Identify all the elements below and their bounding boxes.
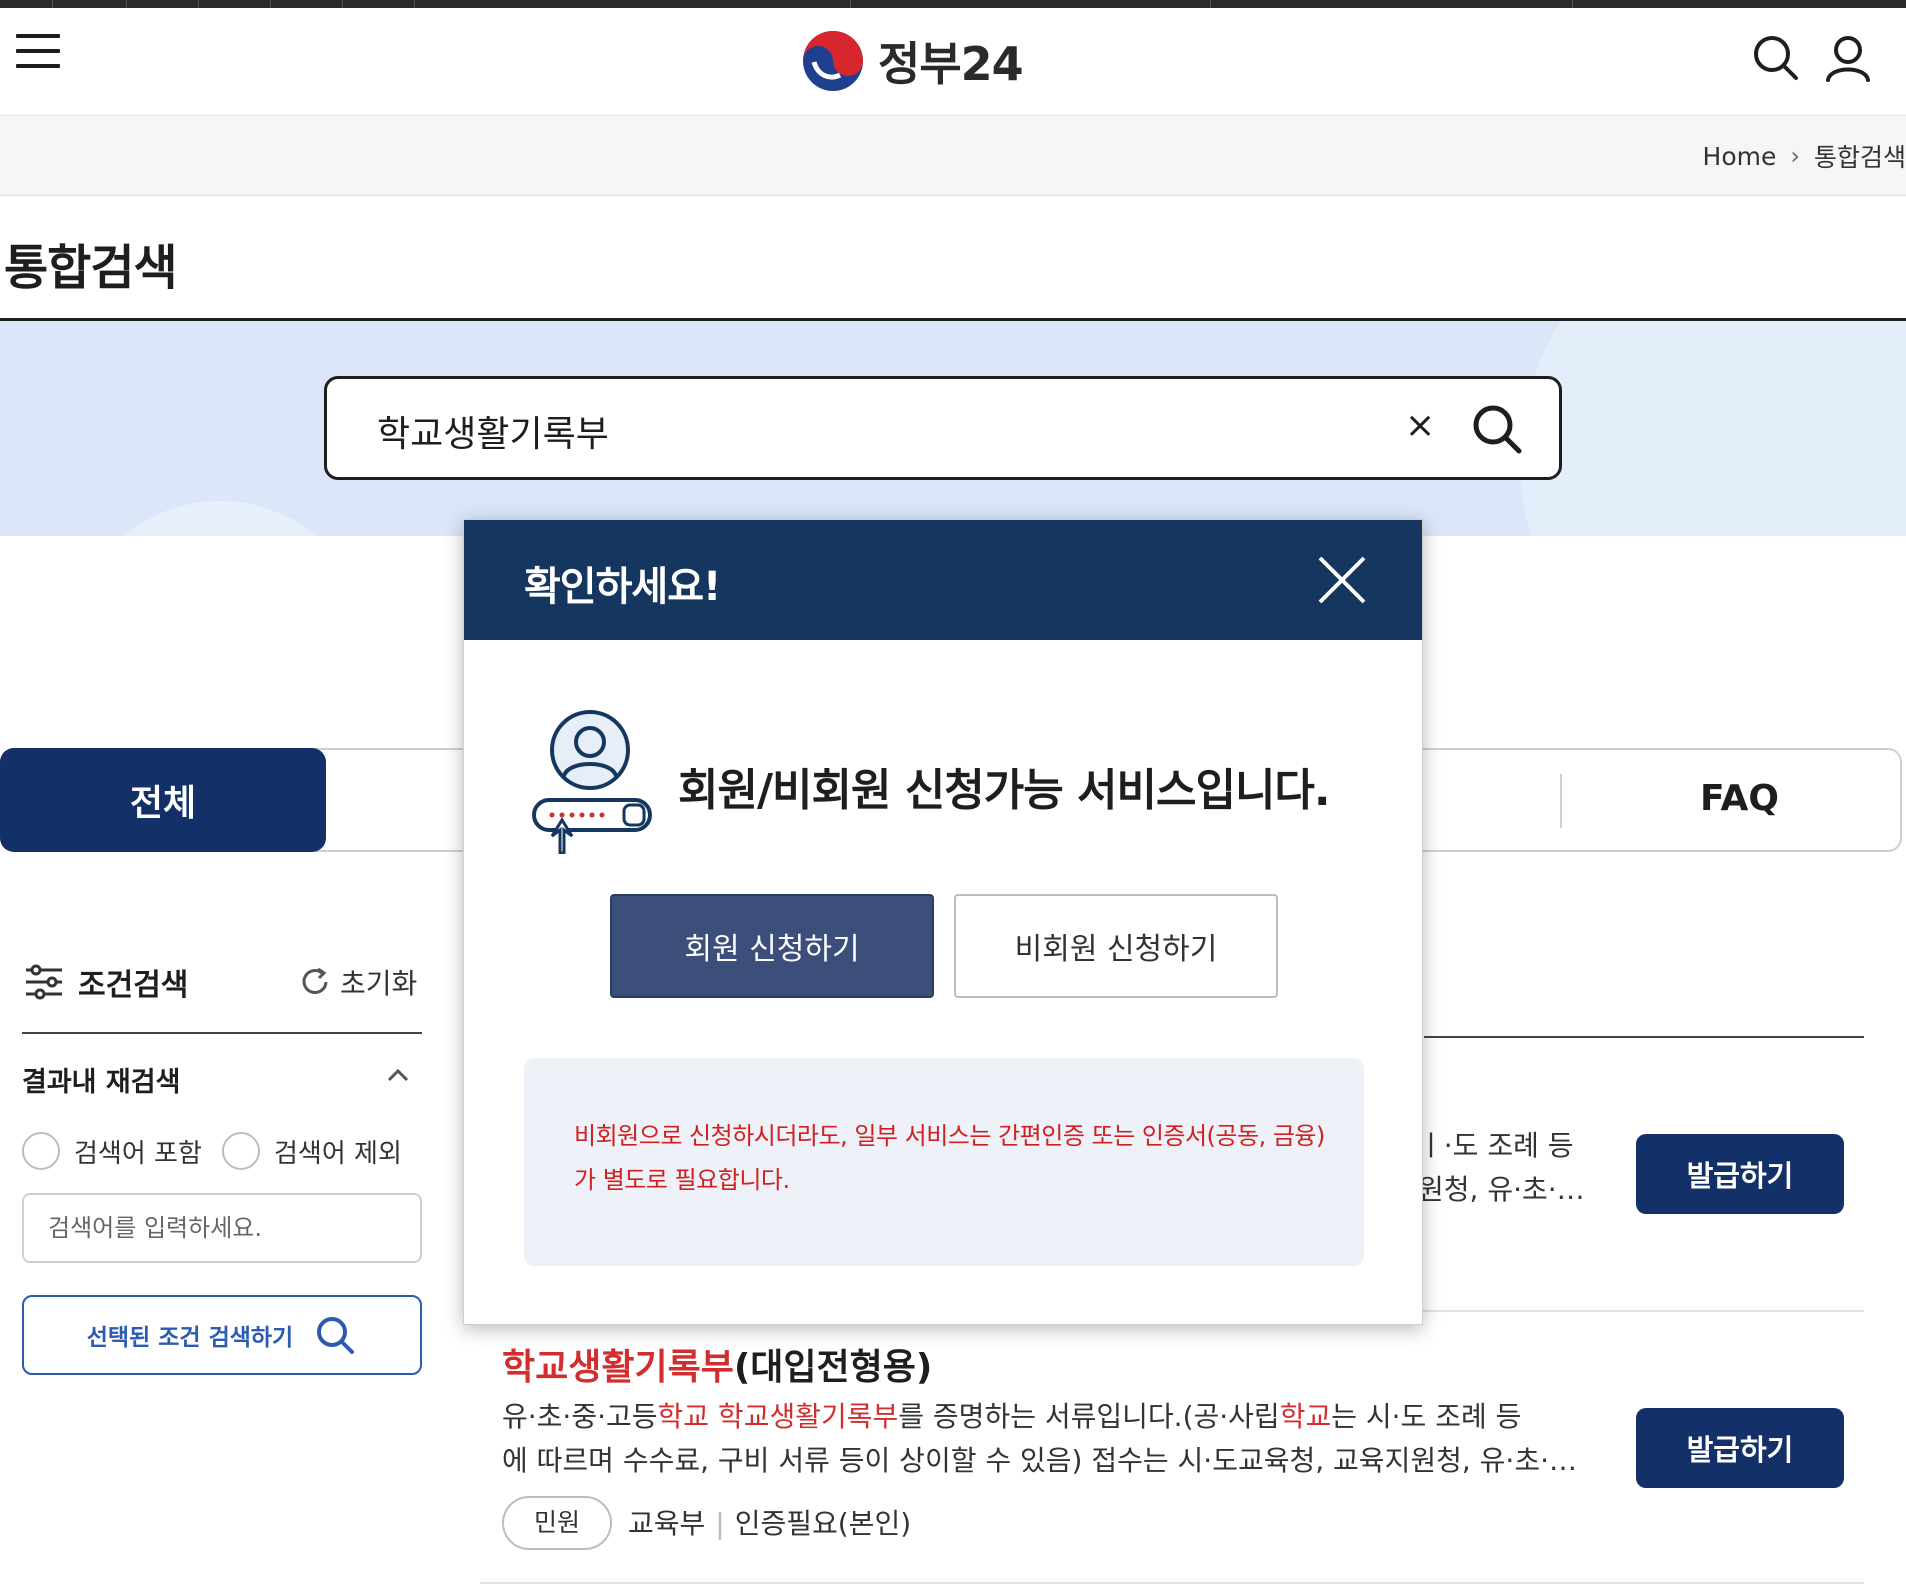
- close-icon[interactable]: [1312, 550, 1372, 610]
- search-query[interactable]: 학교생활기록부: [377, 405, 609, 457]
- member-apply-button[interactable]: 회원 신청하기: [610, 894, 934, 998]
- site-header: 정부24: [0, 8, 1906, 116]
- notice-box: 비회원으로 신청하시더라도, 일부 서비스는 간편인증 또는 인증서(공동, 금…: [524, 1058, 1364, 1266]
- include-label: 검색어 포함: [74, 1138, 202, 1169]
- radio-circle[interactable]: [22, 1132, 60, 1170]
- notice-text: 비회원으로 신청하시더라도, 일부 서비스는 간편인증 또는 인증서(공동, 금…: [574, 1114, 1334, 1202]
- exclude-label: 검색어 제외: [274, 1138, 402, 1169]
- page-title: 통합검색: [4, 240, 178, 296]
- chevron-up-icon[interactable]: [384, 1062, 412, 1090]
- breadcrumb-home[interactable]: Home: [1703, 142, 1777, 171]
- refine-search-input[interactable]: 검색어를 입력하세요.: [22, 1193, 422, 1263]
- strip-divider: [1572, 0, 1573, 8]
- taegeuk-icon: [803, 31, 863, 91]
- filter-header: 조건검색: [24, 960, 188, 1004]
- condition-search-label: 선택된 조건 검색하기: [86, 1325, 294, 1351]
- desc-text: 는 시·도 조례 등: [1331, 1400, 1522, 1433]
- meta-divider: |: [715, 1507, 725, 1540]
- result-2-title[interactable]: 학교생활기록부(대입전형용): [502, 1338, 932, 1390]
- result-2-desc-line2: 에 따르며 수수료, 구비 서류 등이 상이할 수 있음) 접수는 시·도교육청…: [502, 1444, 1577, 1477]
- strip-divider: [52, 0, 53, 8]
- search-input[interactable]: 학교생활기록부 ×: [324, 376, 1562, 480]
- issue-button[interactable]: 발급하기: [1636, 1134, 1844, 1214]
- strip-divider: [850, 0, 851, 8]
- tab-all[interactable]: 전체: [0, 748, 326, 852]
- logo-text: 정부24: [878, 37, 1024, 91]
- strip-divider: [414, 0, 415, 8]
- result-title-rest: (대입전형용): [733, 1347, 933, 1388]
- user-icon[interactable]: [1820, 30, 1876, 86]
- breadcrumb-current: 통합검색: [1813, 143, 1906, 172]
- strip-divider: [270, 0, 271, 8]
- search-icon: [317, 1317, 355, 1354]
- desc-highlight: 학교 학교생활기록부: [657, 1400, 899, 1433]
- browser-top-strip: [0, 0, 1906, 8]
- modal-header: 확인하세요!: [464, 520, 1422, 640]
- radio-circle[interactable]: [222, 1132, 260, 1170]
- hamburger-menu-icon[interactable]: [16, 34, 60, 74]
- reset-button[interactable]: 초기화: [298, 962, 417, 1002]
- filter-divider: [22, 1032, 422, 1034]
- filter-sliders-icon: [26, 964, 62, 1000]
- condition-search-button[interactable]: 선택된 조건 검색하기: [22, 1295, 422, 1375]
- decorative-circle: [70, 501, 370, 536]
- strip-divider: [1210, 0, 1211, 8]
- modal-title: 확인하세요!: [524, 564, 721, 610]
- include-radio[interactable]: 검색어 포함: [22, 1132, 202, 1170]
- agency: 교육부: [628, 1507, 706, 1540]
- breadcrumb-bar: Home › 통합검색: [0, 116, 1906, 196]
- strip-divider: [198, 0, 199, 8]
- chevron-right-icon: ›: [1790, 142, 1800, 170]
- search-icon[interactable]: [1748, 30, 1804, 86]
- filter-title: 조건검색: [78, 968, 189, 1003]
- exclude-radio[interactable]: 검색어 제외: [222, 1132, 402, 1170]
- result-1-desc-partial: 원청, 유·초·…: [1418, 1173, 1585, 1206]
- result-meta: 교육부 | 인증필요(본인): [628, 1502, 911, 1542]
- refresh-icon: [302, 967, 328, 994]
- strip-divider: [126, 0, 127, 8]
- tab-faq[interactable]: FAQ: [1700, 778, 1779, 819]
- strip-divider: [342, 0, 343, 8]
- desc-text: 를 증명하는 서류입니다.(공·사립: [898, 1400, 1280, 1433]
- result-2-desc-line1: 유·초·중·고등학교 학교생활기록부를 증명하는 서류입니다.(공·사립학교는 …: [502, 1395, 1582, 1439]
- member-login-icon: [532, 710, 652, 854]
- category-tag: 민원: [502, 1496, 613, 1550]
- modal-message: 회원/비회원 신청가능 서비스입니다.: [678, 765, 1331, 816]
- desc-text: 유·초·중·고등: [502, 1400, 658, 1433]
- site-logo[interactable]: 정부24: [800, 28, 1024, 94]
- search-band: 학교생활기록부 ×: [0, 321, 1906, 536]
- refine-title: 결과내 재검색: [22, 1067, 181, 1098]
- guest-apply-button[interactable]: 비회원 신청하기: [954, 894, 1278, 998]
- issue-button[interactable]: 발급하기: [1636, 1408, 1844, 1488]
- decorative-circle: [1520, 321, 1906, 536]
- search-submit-icon[interactable]: [1467, 399, 1527, 459]
- result-1-desc-partial: ㅣ·도 조례 등: [1418, 1129, 1574, 1162]
- confirm-modal: 확인하세요! 회원/비회원 신청가능 서비스입니다. 회원 신청하기 비회원 신…: [463, 519, 1423, 1325]
- auth-requirement: 인증필요(본인): [734, 1507, 912, 1540]
- desc-highlight: 학교: [1279, 1400, 1332, 1433]
- tab-divider: [1560, 774, 1562, 828]
- clear-search-icon[interactable]: ×: [1405, 405, 1435, 446]
- result-title-highlight: 학교생활기록부: [502, 1347, 734, 1388]
- reset-label: 초기화: [340, 967, 418, 1000]
- breadcrumb: Home › 통합검색: [1703, 138, 1906, 174]
- result-separator: [480, 1582, 1864, 1584]
- notice-line-2: 가 별도로 필요합니다.: [574, 1166, 790, 1194]
- results-divider: [1424, 1036, 1864, 1038]
- notice-line-1: 비회원으로 신청하시더라도, 일부 서비스는 간편인증 또는 인증서(공동, 금…: [574, 1122, 1325, 1150]
